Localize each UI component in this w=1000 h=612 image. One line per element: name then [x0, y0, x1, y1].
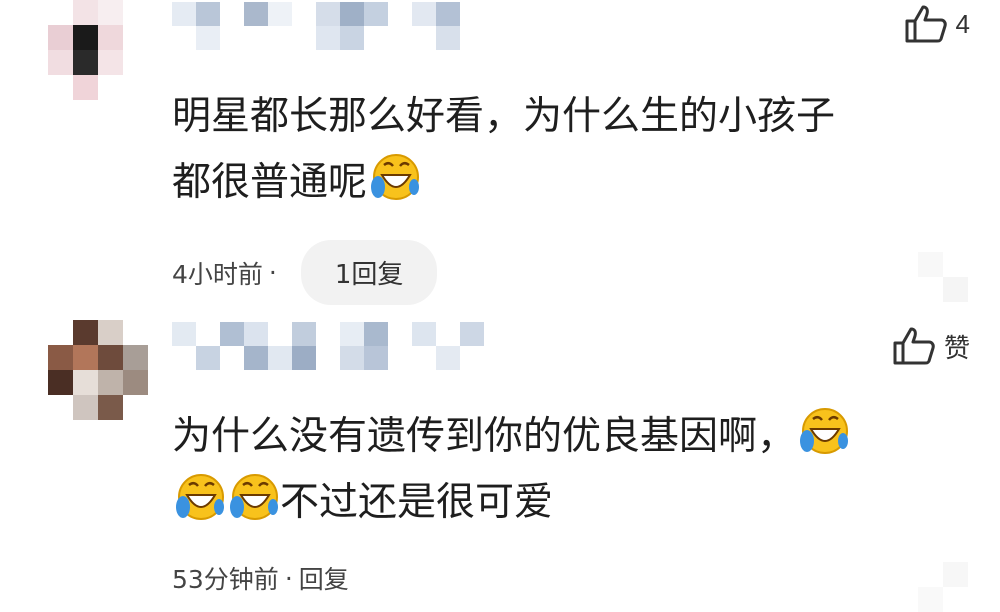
like-label: 赞 — [943, 332, 970, 363]
blurred-decoration — [918, 252, 968, 302]
reply-button[interactable]: 回复 — [299, 560, 349, 596]
like-count: 4 — [955, 8, 970, 39]
thumbs-up-icon — [904, 4, 948, 44]
comment-meta: 53分钟前 · 回复 — [172, 560, 349, 596]
comment-text-line: 明星都长那么好看，为什么生的小孩子 — [172, 94, 836, 139]
laughing-emoji-icon — [367, 151, 421, 205]
like-button[interactable]: 4 — [904, 4, 970, 44]
laughing-emoji-icon — [172, 471, 226, 525]
avatar[interactable] — [48, 0, 148, 100]
comment-text-segment: 不过还是很可爱 — [280, 480, 554, 525]
comment-text-line: 为什么没有遗传到你的优良基因啊， — [172, 404, 962, 470]
comment-text-line: 都很普通呢 — [172, 150, 962, 216]
like-button[interactable]: 赞 — [892, 326, 970, 366]
laughing-emoji-icon — [796, 405, 850, 459]
timestamp: 4小时前 — [172, 259, 263, 289]
blurred-decoration — [918, 562, 968, 612]
comment-meta: 4小时前 · 1回复 — [172, 240, 438, 305]
comment-text: 明星都长那么好看，为什么生的小孩子 都很普通呢 — [172, 84, 962, 216]
separator: · — [284, 563, 293, 593]
comment-text-line: 不过还是很可爱 — [172, 470, 962, 536]
timestamp: 53分钟前 — [172, 565, 279, 594]
comment-text-segment: 都很普通呢 — [172, 160, 368, 205]
username[interactable] — [172, 322, 512, 370]
reply-count-button[interactable]: 1回复 — [300, 240, 438, 305]
avatar[interactable] — [48, 320, 148, 420]
username[interactable] — [172, 2, 512, 50]
comment-text: 为什么没有遗传到你的优良基因啊， 不过还是很可爱 — [172, 404, 962, 536]
laughing-emoji-icon — [226, 471, 280, 525]
separator: · — [268, 258, 277, 287]
comment-item: 4 明星都长那么好看，为什么生的小孩子 都很普通呢 4小时前 · 1回复 — [0, 0, 1000, 310]
thumbs-up-icon — [892, 326, 936, 366]
comment-text-segment: 为什么没有遗传到你的优良基因啊， — [172, 414, 797, 459]
comment-item: 赞 为什么没有遗传到你的优良基因啊， 不过还是很可爱 53分钟前 · 回复 — [0, 312, 1000, 612]
